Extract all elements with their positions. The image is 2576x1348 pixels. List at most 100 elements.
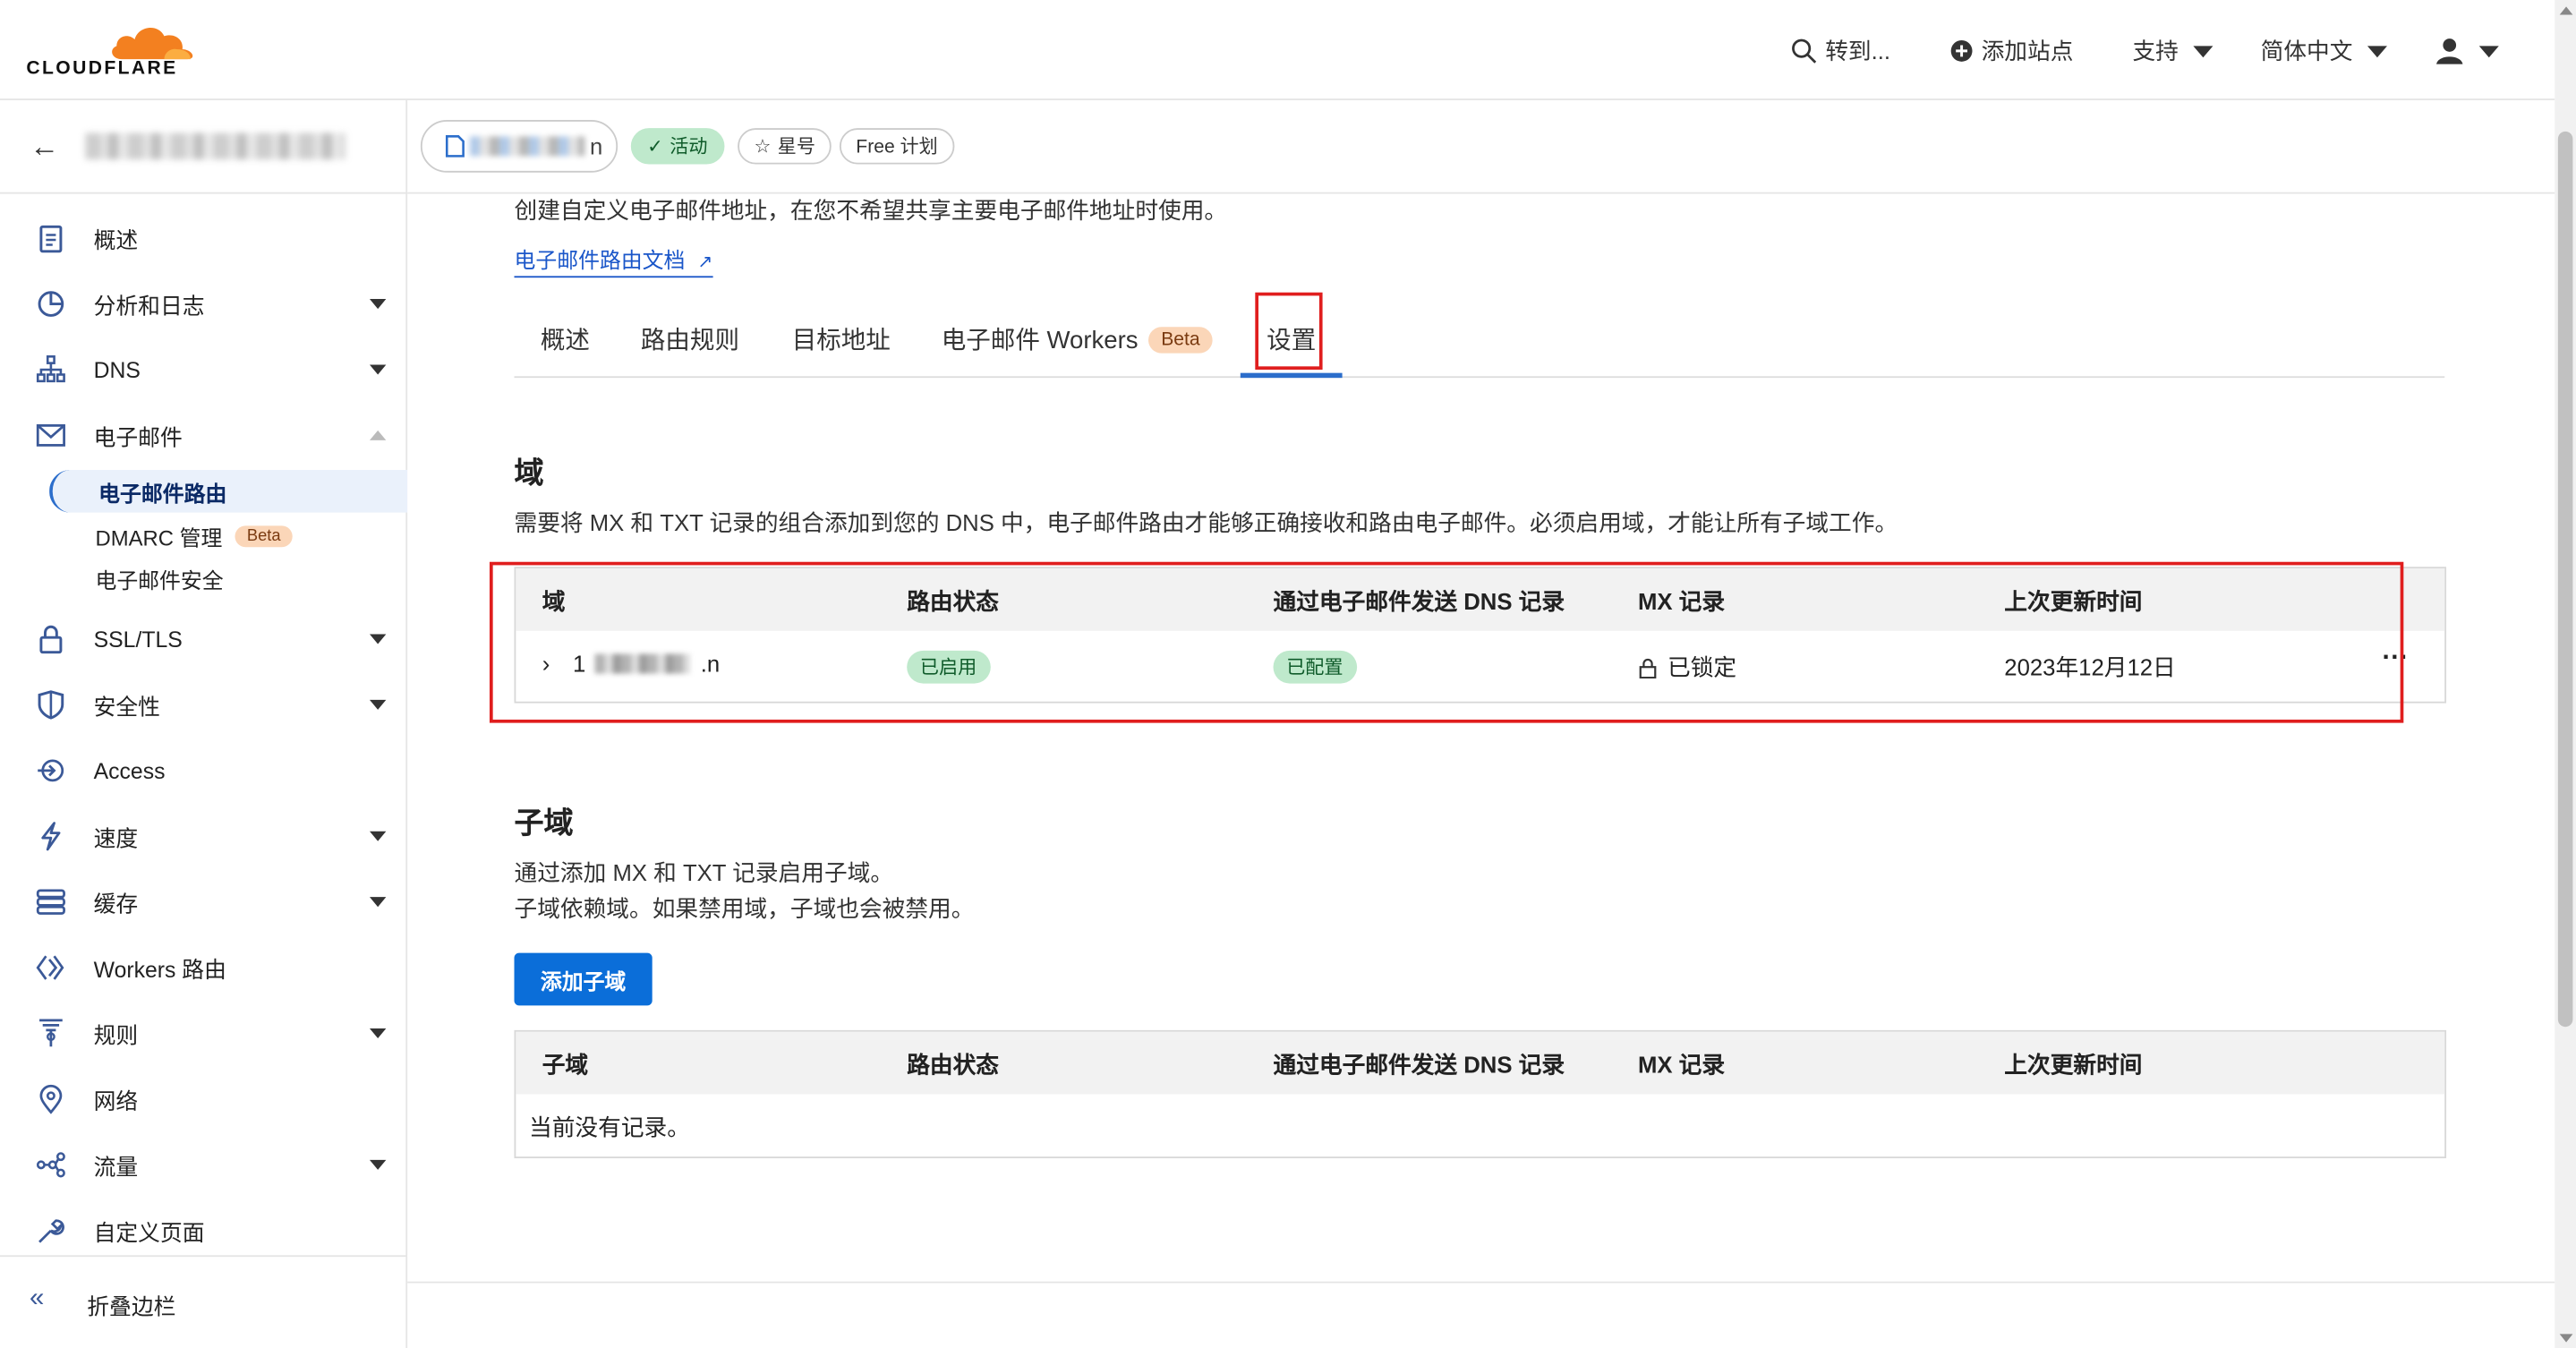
bolt-icon	[33, 818, 69, 854]
column-header: MX 记录	[1637, 1051, 1726, 1079]
doc-link-label: 电子邮件路由文档	[514, 248, 686, 273]
add-site-label: 添加站点	[1981, 38, 2074, 64]
sidebar-subitem-dmarc[interactable]: DMARC 管理 Beta	[49, 515, 407, 558]
sidebar-item-access[interactable]: Access	[0, 743, 407, 798]
zone-name-redacted	[469, 136, 585, 157]
column-header: 子域	[542, 1051, 589, 1079]
tab-label: 目标地址	[791, 327, 891, 355]
chevron-down-icon	[369, 634, 387, 644]
sidebar-subitem-email-security[interactable]: 电子邮件安全	[49, 557, 407, 600]
email-routing-docs-link[interactable]: 电子邮件路由文档 ↗	[514, 243, 713, 278]
tab-label: 电子邮件 Workers	[941, 327, 1139, 355]
divider	[407, 1281, 2555, 1284]
chevron-down-icon	[369, 364, 387, 375]
beta-badge: Beta	[235, 525, 293, 547]
tab-destination-addresses[interactable]: 目标地址	[792, 322, 891, 357]
add-site-button[interactable]: 添加站点	[1950, 33, 2074, 69]
empty-message: 当前没有记录。	[529, 1113, 690, 1140]
back-arrow-icon[interactable]: ←	[30, 130, 59, 165]
cloud-icon	[112, 28, 193, 60]
add-subdomain-button[interactable]: 添加子域	[514, 952, 653, 1006]
account-name-redacted	[85, 132, 345, 160]
status-badge: ✓ 活动	[630, 128, 724, 165]
active-tab-indicator	[1240, 372, 1343, 379]
sidebar-item-workers-routes[interactable]: Workers 路由	[0, 940, 407, 995]
scroll-thumb[interactable]	[2557, 131, 2573, 1028]
sidebar-item-analytics[interactable]: 分析和日志	[0, 276, 407, 331]
chevron-down-icon	[2478, 45, 2499, 57]
sidebar-item-label: Workers 路由	[93, 958, 226, 983]
tab-routing-rules[interactable]: 路由规则	[641, 322, 739, 357]
brand-name: CLOUDFLARE	[26, 59, 178, 80]
user-icon	[2436, 38, 2463, 64]
external-link-icon: ↗	[697, 252, 713, 273]
sidebar-item-label: DNS	[93, 357, 141, 382]
domain-section-title: 域	[514, 456, 544, 490]
sidebar-item-email[interactable]: 电子邮件	[0, 407, 407, 463]
account-row[interactable]: ←	[0, 100, 408, 194]
user-menu[interactable]	[2435, 33, 2499, 69]
sidebar-item-ssl[interactable]: SSL/TLS	[0, 611, 407, 667]
sidebar-subitem-email-routing[interactable]: 电子邮件路由	[49, 469, 408, 513]
column-header: 路由状态	[907, 1051, 999, 1079]
sidebar-item-rules[interactable]: 规则	[0, 1005, 407, 1061]
plus-circle-icon	[1950, 39, 1973, 62]
sidebar-item-dns[interactable]: DNS	[0, 342, 407, 397]
sidebar-item-label: 规则	[93, 1023, 139, 1049]
subitem-label: DMARC 管理	[95, 525, 223, 550]
sidebar-item-label: 安全性	[93, 695, 160, 720]
scroll-down-icon[interactable]	[2559, 1334, 2573, 1343]
page-icon	[445, 135, 465, 158]
sidebar-item-label: 自定义页面	[93, 1220, 205, 1246]
column-header: 上次更新时间	[2004, 1051, 2143, 1079]
language-menu[interactable]: 简体中文	[2261, 33, 2387, 69]
top-bar: CLOUDFLARE 转到... 添加站点 支持 简体中文	[0, 0, 2555, 100]
scrollbar[interactable]	[2555, 0, 2576, 1348]
main-content: 创建自定义电子邮件地址，在您不希望共享主要电子邮件地址时使用。 电子邮件路由文档…	[407, 193, 2555, 1348]
sidebar-item-label: 电子邮件	[93, 425, 183, 450]
tab-email-workers[interactable]: 电子邮件 Workers Beta	[942, 322, 1214, 357]
goto-search[interactable]: 转到...	[1791, 33, 1890, 69]
sidebar-item-custom-pages[interactable]: 自定义页面	[0, 1203, 407, 1258]
chevron-down-icon	[369, 831, 387, 841]
subitem-label: 电子邮件路由	[98, 480, 227, 506]
collapse-sidebar-button[interactable]: « 折叠边栏	[0, 1255, 408, 1348]
access-icon	[33, 753, 69, 789]
highlight-box	[1255, 292, 1323, 370]
chevron-down-icon	[369, 1159, 387, 1170]
shield-icon	[33, 687, 69, 722]
chevron-down-icon	[369, 299, 387, 310]
sidebar-item-network[interactable]: 网络	[0, 1071, 407, 1127]
wrench-icon	[33, 1213, 69, 1249]
sidebar-item-label: 流量	[93, 1155, 139, 1180]
zone-selector[interactable]: n	[420, 119, 618, 173]
subdomain-section-text-1: 通过添加 MX 和 TXT 记录启用子域。	[514, 858, 894, 886]
subdomain-section-text-2: 子域依赖域。如果禁用域，子域也会被禁用。	[514, 895, 975, 922]
scroll-up-icon[interactable]	[2559, 6, 2573, 15]
sidebar-item-overview[interactable]: 概述	[0, 210, 407, 266]
sidebar-item-speed[interactable]: 速度	[0, 808, 407, 864]
star-button[interactable]: ☆ 星号	[738, 128, 832, 165]
workers-icon	[33, 950, 69, 985]
plan-badge[interactable]: Free 计划	[839, 128, 955, 165]
sidebar-item-label: Access	[93, 758, 166, 783]
sidebar-item-traffic[interactable]: 流量	[0, 1137, 407, 1192]
goto-label: 转到...	[1825, 38, 1891, 64]
subdomain-table: 子域 路由状态 通过电子邮件发送 DNS 记录 MX 记录 上次更新时间 当前没…	[514, 1029, 2447, 1159]
cloudflare-logo[interactable]: CLOUDFLARE	[26, 20, 197, 82]
chevron-down-icon	[369, 897, 387, 908]
sidebar-item-label: 概述	[93, 228, 139, 253]
collapse-label: 折叠边栏	[87, 1294, 176, 1319]
document-icon	[33, 220, 69, 256]
zone-name-suffix: n	[589, 132, 603, 160]
beta-badge: Beta	[1147, 326, 1214, 353]
support-menu[interactable]: 支持	[2132, 33, 2213, 69]
sidebar-item-security[interactable]: 安全性	[0, 677, 407, 732]
support-label: 支持	[2132, 38, 2179, 64]
lock-icon	[33, 621, 69, 657]
tab-overview[interactable]: 概述	[541, 322, 590, 357]
plan-label: Free 计划	[856, 138, 938, 158]
tab-bar: 概述 路由规则 目标地址 电子邮件 Workers Beta 设置	[514, 293, 2445, 379]
tab-label: 概述	[540, 327, 590, 355]
sidebar-item-cache[interactable]: 缓存	[0, 874, 407, 929]
